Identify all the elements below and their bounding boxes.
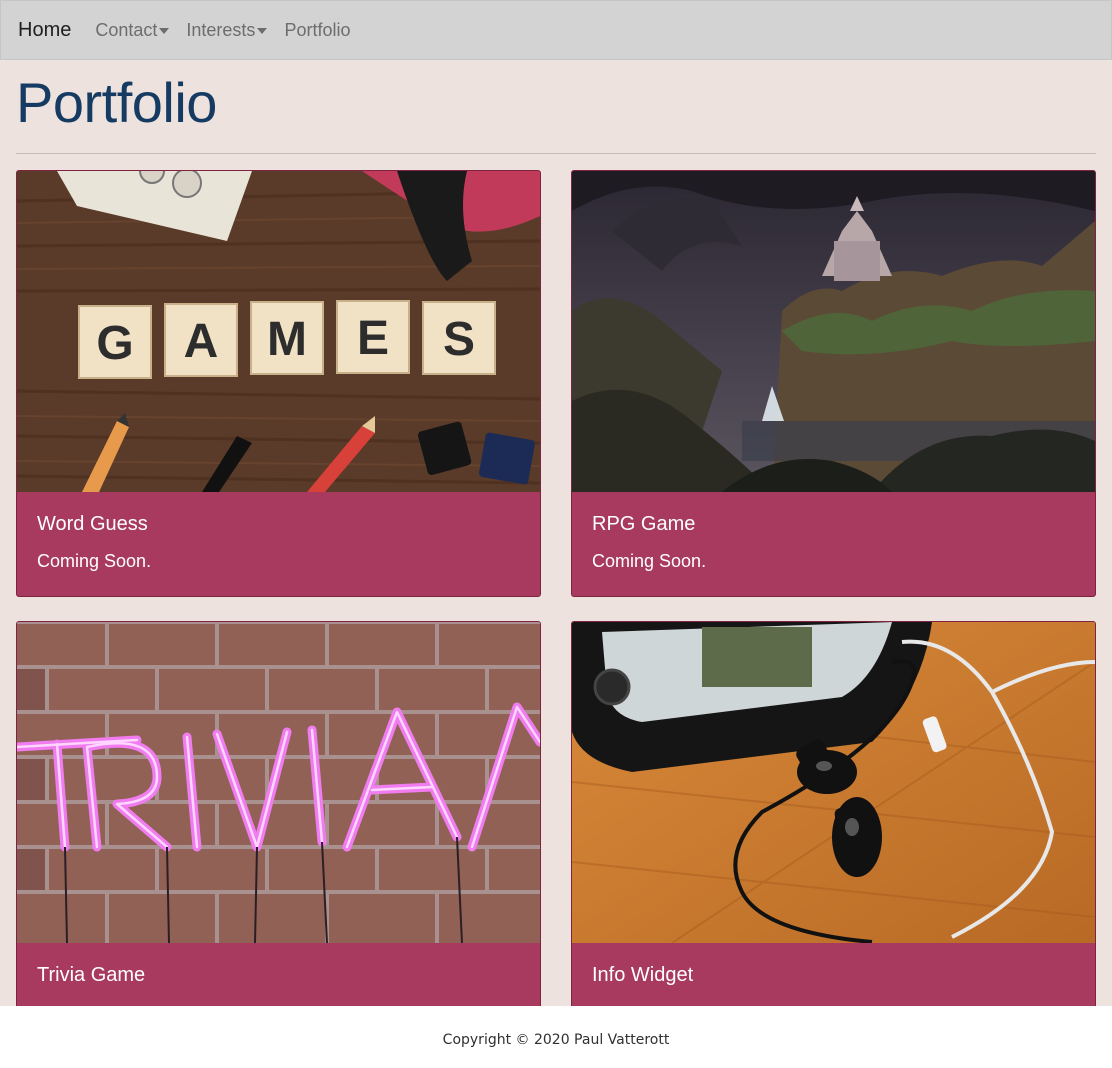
title-divider: [16, 153, 1096, 154]
nav-contact-dropdown[interactable]: Contact: [95, 19, 170, 41]
card-image-phone: [572, 622, 1095, 943]
card-body: RPG Game Coming Soon.: [592, 512, 706, 573]
top-navbar: Home Contact Interests Portfolio: [0, 0, 1112, 60]
page-title: Portfolio: [16, 71, 217, 134]
card-info-widget[interactable]: Info Widget: [571, 621, 1096, 1048]
card-title: RPG Game: [592, 513, 696, 535]
nav-portfolio-link[interactable]: Portfolio: [284, 20, 350, 41]
card-body: Trivia Game: [37, 963, 145, 1000]
svg-text:M: M: [267, 313, 307, 366]
card-title: Info Widget: [592, 964, 694, 986]
copyright-text: Copyright © 2020 Paul Vatterott: [442, 1032, 670, 1048]
card-word-guess[interactable]: G A M E S Word Guess Coming Soon.: [16, 170, 541, 597]
svg-text:G: G: [96, 317, 133, 370]
card-title: Word Guess: [37, 513, 148, 535]
card-text: Coming Soon.: [37, 551, 152, 571]
svg-text:S: S: [443, 313, 475, 366]
card-image-fantasy: [572, 171, 1095, 492]
nav-contact-label: Contact: [95, 19, 158, 40]
caret-down-icon: [159, 27, 170, 34]
card-body: Info Widget: [592, 963, 693, 1000]
card-image-trivia: [17, 622, 540, 943]
svg-text:E: E: [357, 312, 389, 365]
card-body: Word Guess Coming Soon.: [37, 512, 151, 573]
card-image-games: G A M E S: [17, 171, 540, 492]
card-text: Coming Soon.: [592, 551, 707, 571]
card-rpg-game[interactable]: RPG Game Coming Soon.: [571, 170, 1096, 597]
caret-down-icon: [257, 27, 268, 34]
nav-interests-label: Interests: [186, 19, 256, 40]
nav-home-link[interactable]: Home: [18, 19, 71, 42]
card-title: Trivia Game: [37, 964, 146, 986]
nav-interests-dropdown[interactable]: Interests: [186, 19, 268, 41]
nav-portfolio-label: Portfolio: [284, 19, 351, 40]
card-trivia-game[interactable]: Trivia Game: [16, 621, 541, 1048]
svg-text:A: A: [184, 315, 219, 368]
footer: Copyright © 2020 Paul Vatterott: [0, 1006, 1112, 1068]
